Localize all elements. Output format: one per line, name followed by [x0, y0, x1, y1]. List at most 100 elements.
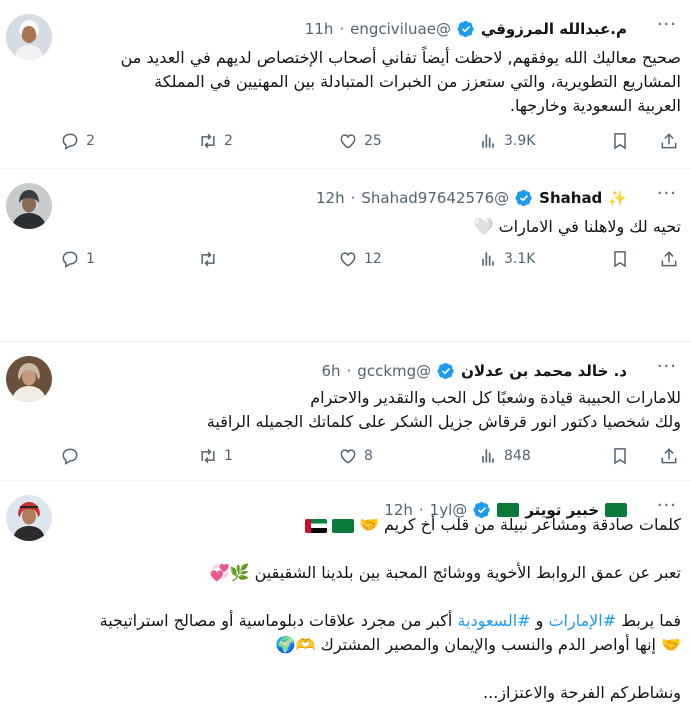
tweet-line — [64, 657, 681, 681]
avatar[interactable] — [6, 14, 52, 60]
bookmark-button[interactable] — [610, 131, 642, 151]
tweet-line: العربية السعودية وخارجها. — [509, 96, 681, 115]
tweet-line: ولك شخصيا دكتور انور قرقاش جزيل الشكر عل… — [206, 412, 681, 431]
tweet-line-text: كلمات صادقة ومشاعر نبيلة من قلب أخ كريم … — [358, 515, 681, 534]
retweet-icon — [198, 446, 218, 466]
reply-icon — [60, 249, 80, 269]
tweet-text: صحيح معاليك الله يوفقهم, لاحظت أيضاً تفا… — [64, 46, 681, 118]
retweet-button[interactable]: 2 — [198, 131, 338, 151]
tweet-time[interactable]: 6h — [321, 362, 340, 380]
tweet[interactable]: خبير تويتر @1yl · 12h ··· كلمات صادقة وم… — [0, 481, 691, 724]
share-icon — [659, 131, 679, 151]
hashtag-saudi[interactable]: #السعودية — [457, 611, 530, 630]
retweet-icon — [198, 249, 218, 269]
tweet-line — [64, 537, 681, 561]
tweet-header: د. خالد محمد بن عدلان @gcckmg · 6h — [321, 362, 627, 380]
reply-count: 2 — [86, 133, 95, 149]
tweet-connector: و — [535, 611, 544, 630]
sparkles-icon: ✨ — [608, 189, 627, 207]
like-button[interactable]: 8 — [338, 446, 478, 466]
tweet[interactable]: ✨ Shahad @Shahad97642576 · 12h ··· تحيه … — [0, 169, 691, 342]
views-button[interactable]: 3.1K — [478, 249, 610, 269]
verified-badge-icon — [437, 362, 455, 380]
tweet-line: فما يربط #الإمارات و #السعودية أكبر من م… — [64, 609, 681, 633]
heart-icon — [338, 249, 358, 269]
hashtag-uae[interactable]: #الإمارات — [548, 611, 616, 630]
retweet-icon — [198, 131, 218, 151]
tweet-line: ونشاطركم الفرحة والاعتزاز... — [483, 683, 681, 702]
tweet-line: للامارات الحبيبة قيادة وشعبًا كل الحب وا… — [310, 388, 681, 407]
reply-button[interactable] — [60, 446, 198, 466]
tweet-line-text: فما يربط — [621, 611, 681, 630]
views-button[interactable]: 848 — [478, 446, 610, 466]
tweet-header: م.عبدالله المرزوقي @engciviluae · 11h — [305, 20, 627, 38]
share-button[interactable] — [659, 249, 679, 269]
reply-count: 1 — [86, 251, 95, 267]
tweet-time[interactable]: 11h — [305, 20, 334, 38]
avatar[interactable] — [6, 356, 52, 402]
separator-dot: · — [350, 189, 356, 207]
bookmark-icon — [610, 131, 630, 151]
author-name[interactable]: د. خالد محمد بن عدلان — [461, 362, 627, 380]
share-icon — [659, 249, 679, 269]
tweet-actions: 2 2 25 3.9K — [60, 131, 679, 151]
tweet[interactable]: د. خالد محمد بن عدلان @gcckmg · 6h ··· ل… — [0, 342, 691, 481]
reply-button[interactable]: 2 — [60, 131, 198, 151]
share-button[interactable] — [659, 446, 679, 466]
heart-icon — [338, 446, 358, 466]
tweet-time[interactable]: 12h — [316, 189, 345, 207]
tweet-text: تحيه لك ولاهلنا في الامارات 🤍 — [64, 215, 681, 239]
more-dots-icon[interactable]: ··· — [657, 14, 677, 35]
tweet-line: تحيه لك ولاهلنا في الامارات 🤍 — [473, 217, 681, 236]
bookmark-icon — [610, 446, 630, 466]
tweet[interactable]: م.عبدالله المرزوقي @engciviluae · 11h ··… — [0, 0, 691, 169]
saudi-flag-icon — [331, 518, 354, 533]
tweet-line: تعبر عن عمق الروابط الأخوية ووشائج المحب… — [209, 563, 681, 582]
reply-icon — [60, 131, 80, 151]
share-icon — [659, 446, 679, 466]
author-handle[interactable]: @gcckmg — [357, 362, 431, 380]
heart-icon — [338, 131, 358, 151]
more-dots-icon[interactable]: ··· — [657, 183, 677, 204]
bookmark-button[interactable] — [610, 249, 642, 269]
tweet-actions: 1 12 3.1K — [60, 249, 679, 269]
like-count: 12 — [364, 251, 382, 267]
verified-badge-icon — [515, 189, 533, 207]
retweet-count: 2 — [224, 133, 233, 149]
author-name[interactable]: Shahad — [539, 189, 602, 207]
reply-button[interactable]: 1 — [60, 249, 198, 269]
retweet-button[interactable]: 1 — [198, 446, 338, 466]
share-button[interactable] — [659, 131, 679, 151]
views-icon — [478, 249, 498, 269]
views-icon — [478, 446, 498, 466]
like-count: 25 — [364, 133, 382, 149]
retweet-button[interactable] — [198, 249, 338, 269]
views-button[interactable]: 3.9K — [478, 131, 610, 151]
tweet-actions: 1 8 848 — [60, 446, 679, 466]
views-icon — [478, 131, 498, 151]
avatar[interactable] — [6, 495, 52, 541]
bookmark-button[interactable] — [610, 446, 642, 466]
reply-icon — [60, 446, 80, 466]
author-name[interactable]: م.عبدالله المرزوقي — [481, 20, 627, 38]
separator-dot: · — [339, 20, 345, 38]
views-count: 848 — [504, 448, 531, 464]
views-count: 3.1K — [504, 251, 536, 267]
verified-badge-icon — [457, 20, 475, 38]
tweet-line: كلمات صادقة ومشاعر نبيلة من قلب أخ كريم … — [64, 513, 681, 537]
like-button[interactable]: 25 — [338, 131, 478, 151]
tweet-header: ✨ Shahad @Shahad97642576 · 12h — [316, 189, 627, 207]
author-handle[interactable]: @engciviluae — [350, 20, 451, 38]
like-button[interactable]: 12 — [338, 249, 478, 269]
uae-flag-icon — [304, 518, 327, 533]
bookmark-icon — [610, 249, 630, 269]
avatar[interactable] — [6, 183, 52, 229]
tweet-line-text: أكبر من مجرد علاقات دبلوماسية أو مصالح ا… — [99, 611, 453, 630]
author-handle[interactable]: @Shahad97642576 — [361, 189, 509, 207]
like-count: 8 — [364, 448, 373, 464]
tweet-text: كلمات صادقة ومشاعر نبيلة من قلب أخ كريم … — [64, 513, 681, 705]
tweet-text: للامارات الحبيبة قيادة وشعبًا كل الحب وا… — [64, 386, 681, 434]
separator-dot: · — [346, 362, 352, 380]
tweet-line — [64, 585, 681, 609]
more-dots-icon[interactable]: ··· — [657, 356, 677, 377]
